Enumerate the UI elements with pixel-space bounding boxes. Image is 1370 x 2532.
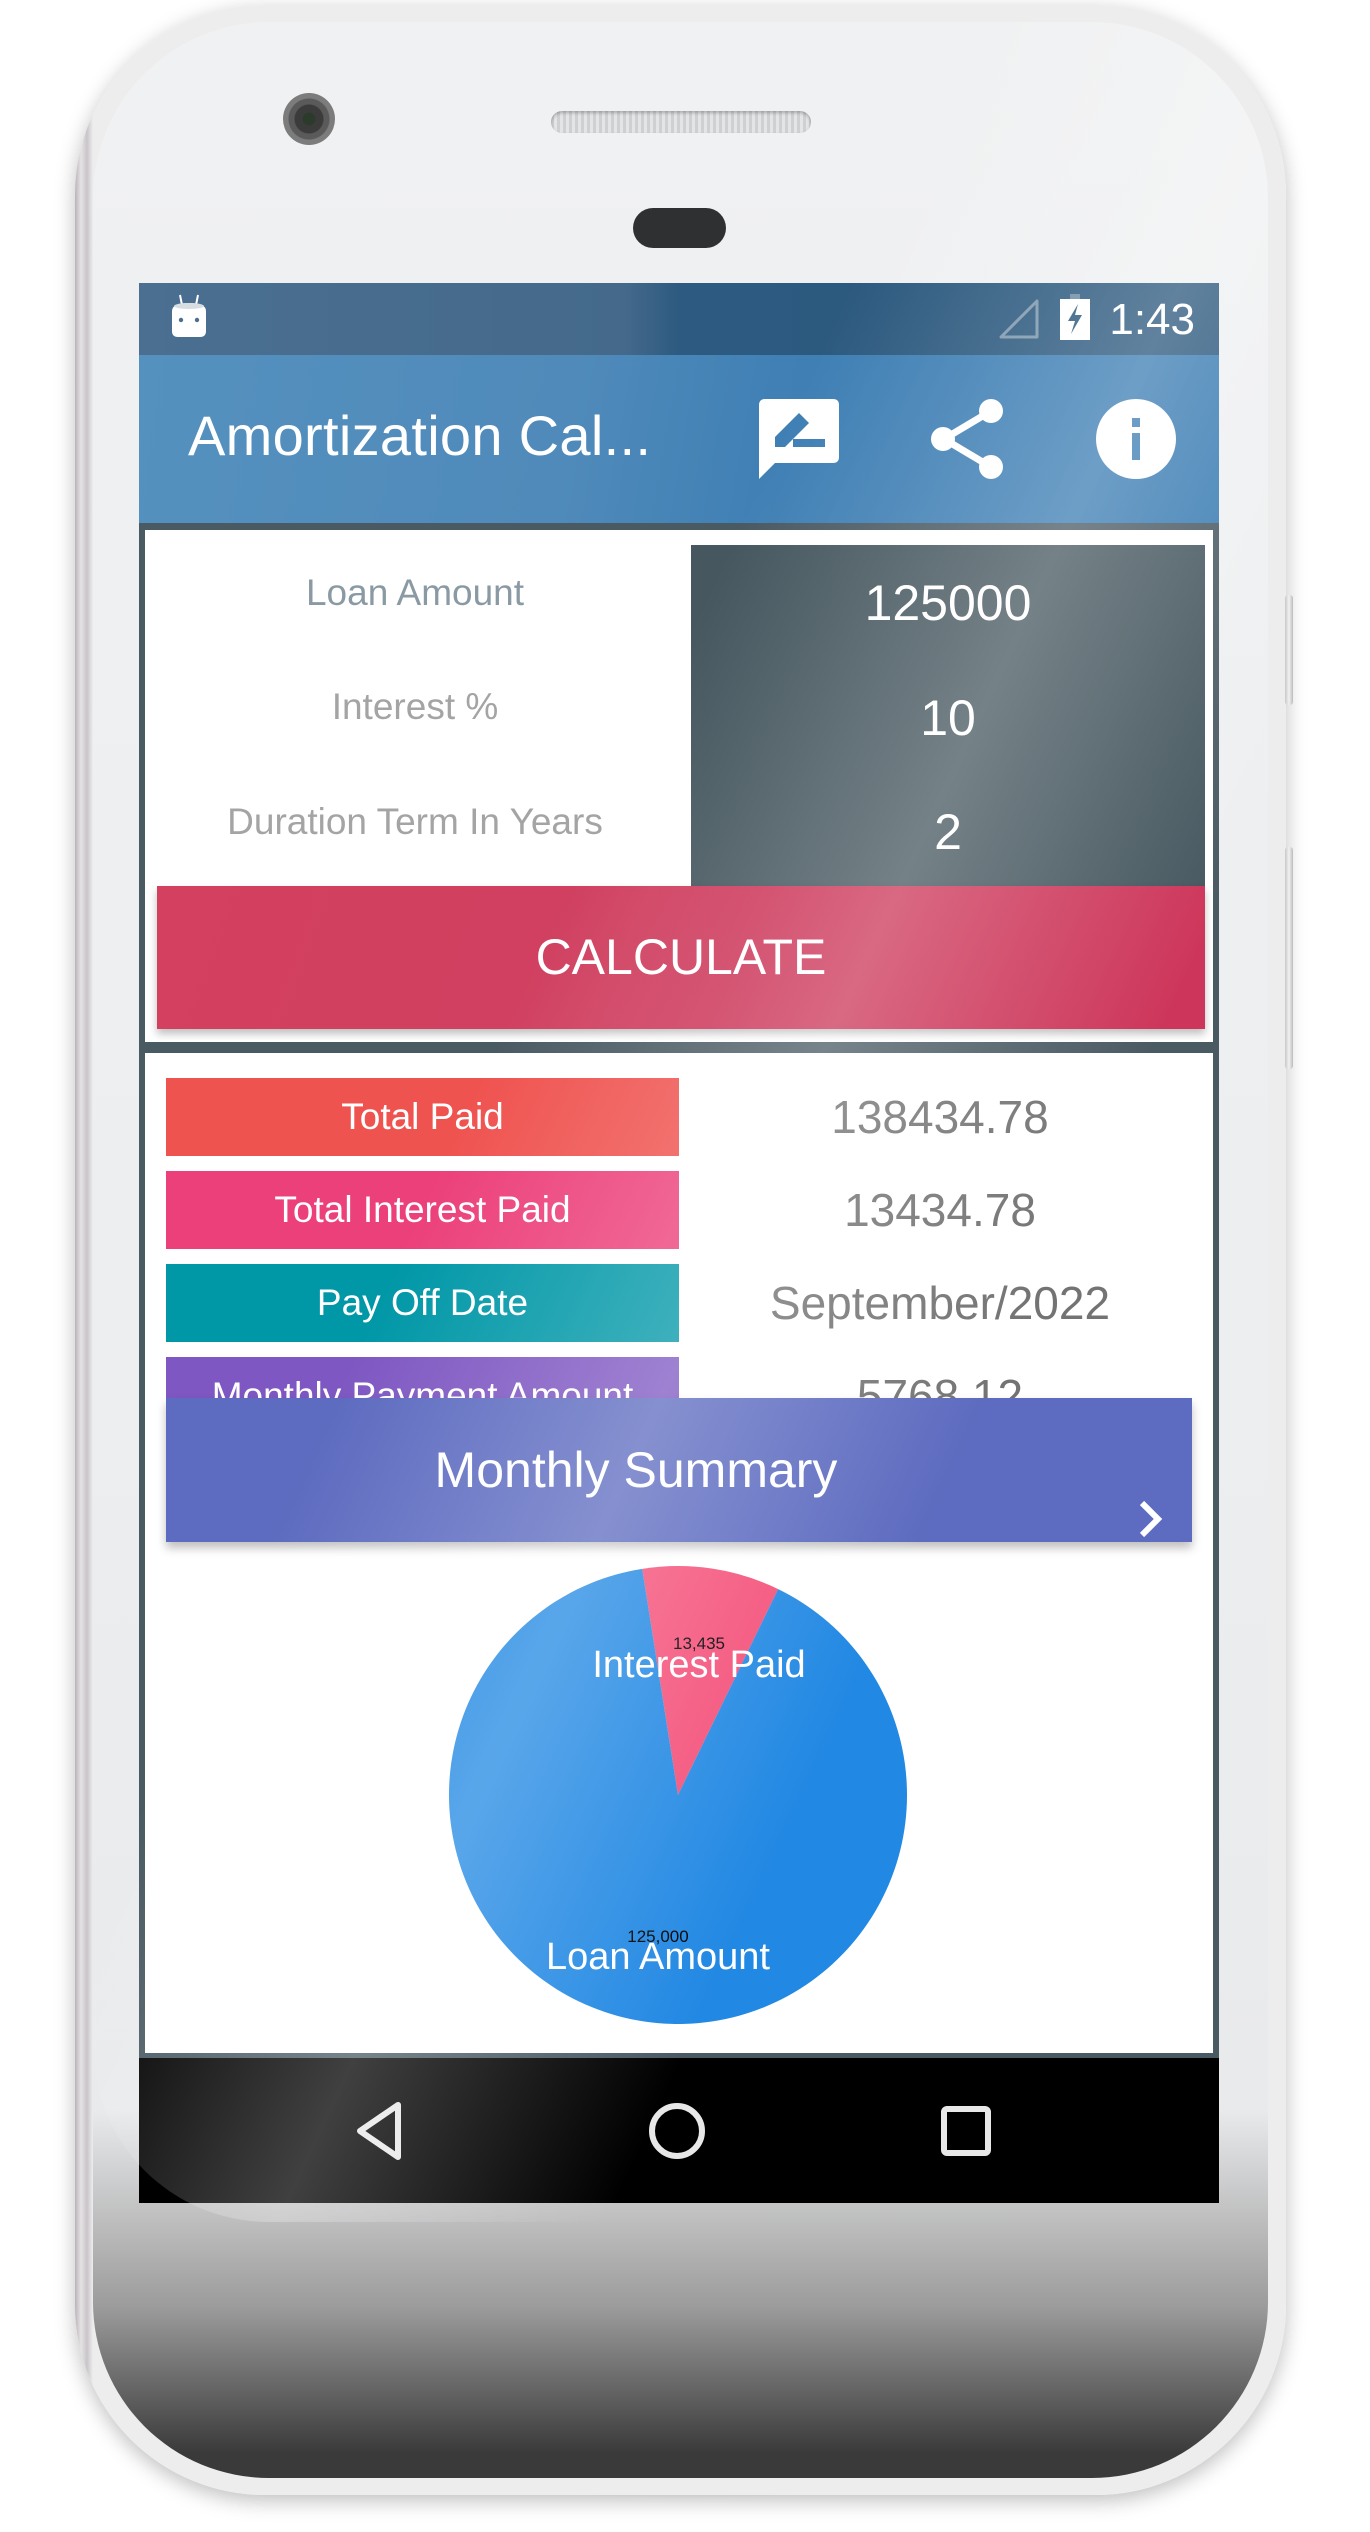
info-icon[interactable] bbox=[1095, 398, 1177, 485]
pie-slice-label-interest: Interest Paid bbox=[592, 1644, 805, 1686]
device-screen: 1:43 Amortization Cal... Loan Amount 125… bbox=[139, 283, 1219, 2203]
share-icon[interactable] bbox=[931, 399, 1005, 484]
pie-slice-label-loan: Loan Amount bbox=[546, 1936, 770, 1978]
calculate-button[interactable]: CALCULATE bbox=[157, 886, 1205, 1029]
pie-chart: 13,435 Interest Paid 125,000 Loan Amount bbox=[449, 1566, 908, 2024]
loan-amount-label: Loan Amount bbox=[305, 572, 525, 613]
battery-charging-icon bbox=[1060, 294, 1090, 345]
interest-input[interactable] bbox=[691, 660, 1205, 777]
navigation-bar bbox=[139, 2058, 1219, 2203]
app-title: Amortization Cal... bbox=[188, 404, 652, 467]
interest-label: Interest % bbox=[331, 686, 499, 727]
duration-label: Duration Term In Years bbox=[227, 801, 603, 842]
content-background: Loan Amount Interest % Duration Term In … bbox=[139, 523, 1219, 2058]
duration-input[interactable] bbox=[691, 774, 1205, 891]
home-circle-icon[interactable] bbox=[639, 2093, 715, 2169]
loan-amount-input[interactable] bbox=[691, 545, 1205, 662]
android-robot-icon bbox=[170, 293, 208, 348]
status-time: 1:43 bbox=[1109, 295, 1195, 344]
proximity-sensor bbox=[633, 208, 726, 248]
rate-review-icon[interactable] bbox=[759, 399, 839, 484]
earpiece-speaker bbox=[551, 111, 811, 133]
recents-square-icon[interactable] bbox=[928, 2093, 1004, 2169]
volume-button bbox=[1285, 847, 1293, 1069]
front-camera bbox=[283, 93, 335, 145]
status-bar: 1:43 bbox=[139, 283, 1219, 355]
results-panel: Total Paid 138434.78 Total Interest Paid… bbox=[145, 1053, 1213, 2053]
input-panel: Loan Amount Interest % Duration Term In … bbox=[145, 530, 1213, 1042]
back-triangle-icon[interactable] bbox=[342, 2093, 418, 2169]
cellular-signal-empty-icon bbox=[999, 299, 1039, 344]
power-button bbox=[1285, 595, 1293, 705]
app-bar: Amortization Cal... bbox=[139, 355, 1219, 523]
